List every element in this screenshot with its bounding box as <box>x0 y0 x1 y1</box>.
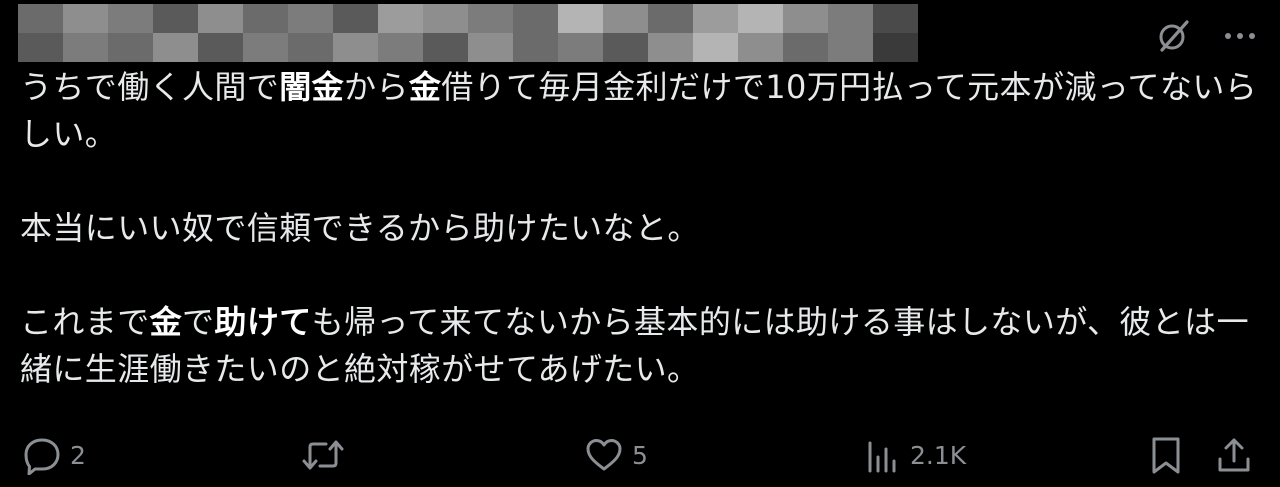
mosaic-cell <box>63 4 108 33</box>
mosaic-cell <box>63 33 108 62</box>
grok-icon[interactable] <box>1154 16 1194 56</box>
mosaic-cell <box>693 4 738 33</box>
views-button[interactable]: 2.1K <box>864 428 966 482</box>
views-bar-chart-icon <box>864 435 902 475</box>
tweet-header <box>0 0 1280 64</box>
mosaic-cell <box>603 4 648 33</box>
repost-arrows-icon <box>300 435 346 475</box>
mosaic-cell <box>288 33 333 62</box>
text-run: これまで <box>20 303 150 341</box>
mosaic-cell <box>288 4 333 33</box>
mosaic-cell <box>108 33 153 62</box>
mosaic-cell <box>243 4 288 33</box>
mosaic-cell <box>558 33 603 62</box>
tweet-text: うちで働く人間で闇金から金借りて毎月金利だけで10万円払って元本が減ってないらし… <box>20 64 1265 393</box>
tweet-paragraph: 本当にいい奴で信頼できるから助けたいなと。 <box>20 205 1265 252</box>
mosaic-cell <box>378 33 423 62</box>
text-run: うちで働く人間で <box>20 68 280 106</box>
views-count: 2.1K <box>910 440 967 470</box>
like-count: 5 <box>632 440 648 470</box>
mosaic-cell <box>828 4 873 33</box>
bold-text-run: 金 <box>149 303 183 341</box>
mosaic-cell <box>873 4 918 33</box>
mosaic-cell <box>198 4 243 33</box>
mosaic-cell <box>738 4 783 33</box>
bold-text-run: 金 <box>408 68 442 106</box>
mosaic-cell <box>333 4 378 33</box>
bold-text-run: 助けて <box>214 303 312 341</box>
text-run: 本当にいい奴で信頼できるから助けたいなと。 <box>20 209 700 247</box>
reply-bubble-icon <box>22 435 62 475</box>
reply-count: 2 <box>70 440 86 470</box>
mosaic-cell <box>153 33 198 62</box>
tweet-actions-bar: 2 5 2.1K <box>0 428 1280 482</box>
mosaic-cell <box>468 33 513 62</box>
mosaic-cell <box>783 33 828 62</box>
mosaic-cell <box>468 4 513 33</box>
tweet-paragraph: うちで働く人間で闇金から金借りて毎月金利だけで10万円払って元本が減ってないらし… <box>20 64 1265 158</box>
mosaic-cell <box>18 4 63 33</box>
share-upload-icon <box>1214 435 1254 475</box>
mosaic-cell <box>18 33 63 62</box>
mosaic-cell <box>243 33 288 62</box>
repost-button[interactable] <box>300 428 354 482</box>
mosaic-cell <box>423 33 468 62</box>
heart-icon <box>584 435 624 475</box>
more-options-icon[interactable] <box>1218 18 1262 54</box>
text-run: で <box>182 303 215 341</box>
mosaic-cell <box>108 4 153 33</box>
mosaic-cell <box>378 4 423 33</box>
mosaic-cell <box>693 33 738 62</box>
share-button[interactable] <box>1214 428 1254 482</box>
mosaic-cell <box>423 4 468 33</box>
paragraph-spacer <box>20 252 1265 299</box>
bookmark-button[interactable] <box>1146 428 1186 482</box>
mosaic-cell <box>153 4 198 33</box>
mosaic-cell <box>648 33 693 62</box>
tweet-paragraph: これまで金で助けても帰って来てないから基本的には助ける事はしないが、彼とは一緒に… <box>20 299 1265 393</box>
text-run: から <box>344 68 409 106</box>
bold-text-run: 闇金 <box>279 68 345 106</box>
mosaic-cell <box>738 33 783 62</box>
mosaic-cell <box>558 4 603 33</box>
mosaic-cell <box>603 33 648 62</box>
mosaic-cell <box>828 33 873 62</box>
reply-button[interactable]: 2 <box>22 428 86 482</box>
mosaic-cell <box>333 33 378 62</box>
mosaic-cell <box>198 33 243 62</box>
paragraph-spacer <box>20 158 1265 205</box>
mosaic-cell <box>873 33 918 62</box>
mosaic-cell <box>783 4 828 33</box>
mosaic-cell <box>513 33 558 62</box>
blurred-author-name <box>18 4 918 62</box>
mosaic-cell <box>513 4 558 33</box>
bookmark-icon <box>1146 435 1186 475</box>
mosaic-cell <box>648 4 693 33</box>
like-button[interactable]: 5 <box>584 428 648 482</box>
